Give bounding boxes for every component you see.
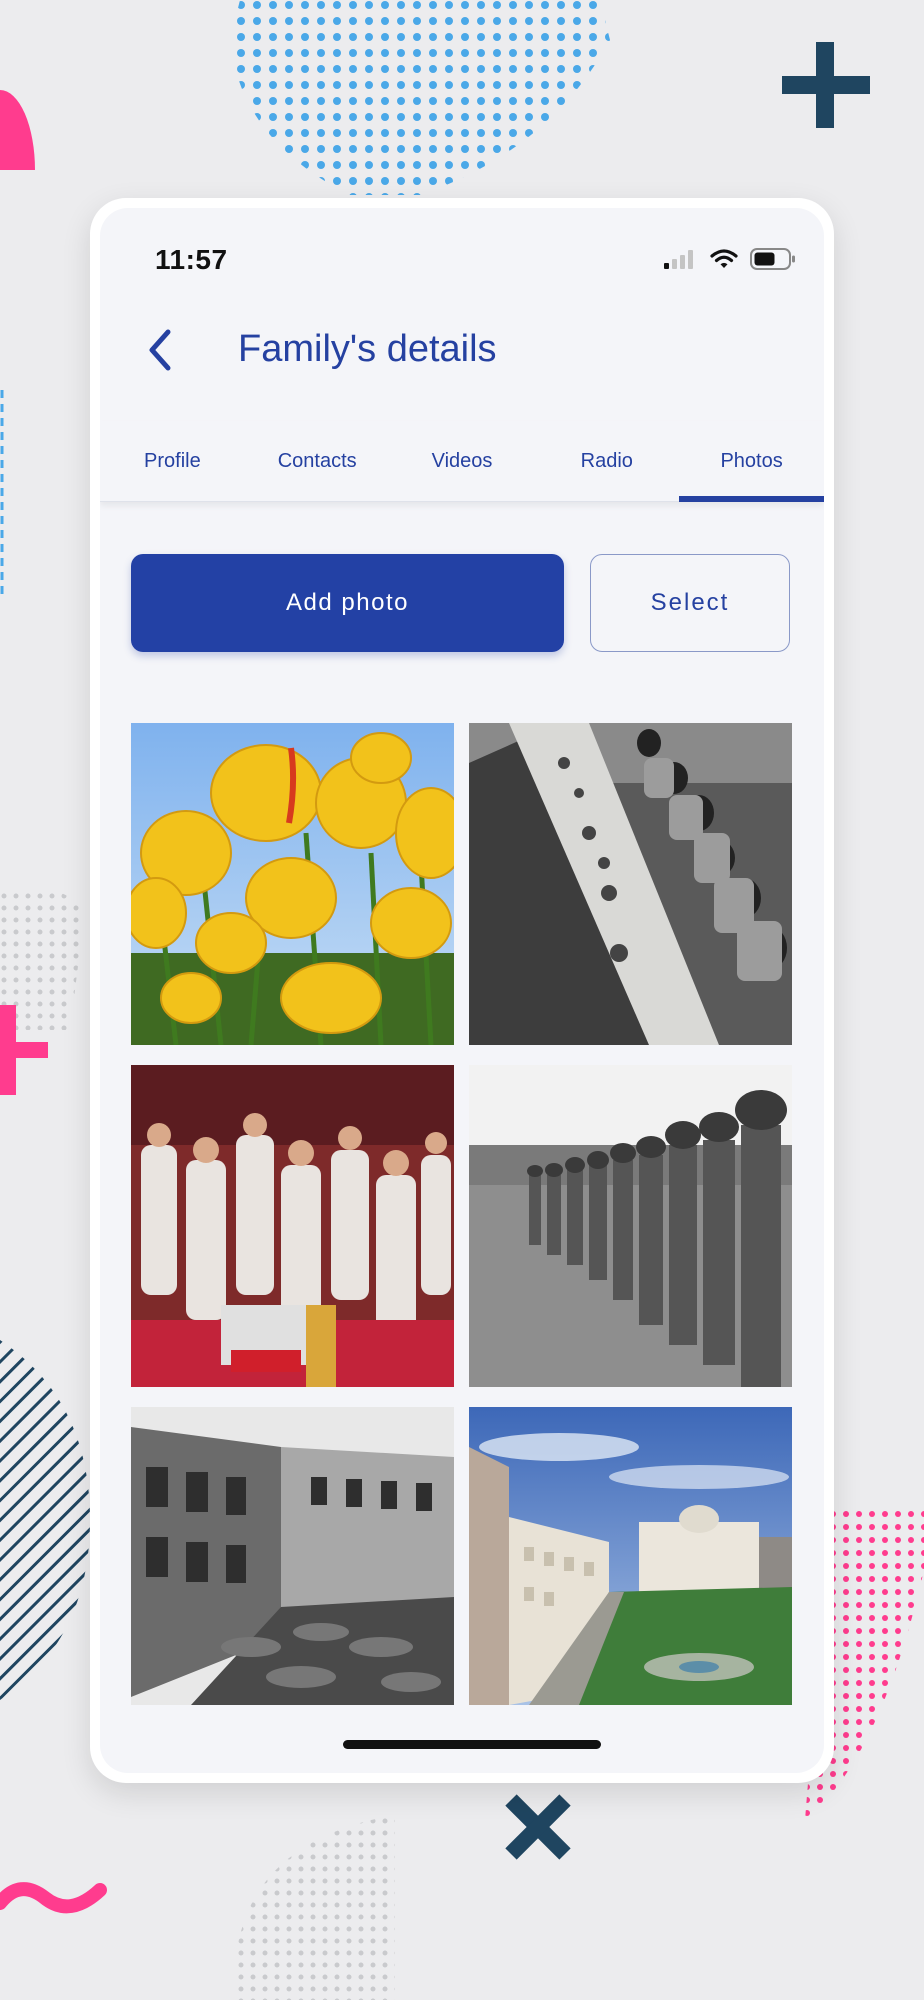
app-header: Family's details — [100, 308, 824, 418]
tulips-image — [131, 723, 454, 1045]
city-square-image — [469, 1407, 792, 1705]
photo-tile-soldiers[interactable] — [469, 1065, 792, 1387]
decor-blue-dots — [230, 0, 610, 195]
back-button[interactable] — [130, 320, 190, 380]
photo-tile-parade[interactable] — [131, 1065, 454, 1387]
add-photo-button[interactable]: Add photo — [131, 554, 564, 652]
status-bar: 11:57 — [100, 208, 824, 288]
status-icons — [664, 248, 796, 270]
photo-grid — [131, 723, 792, 1705]
decor-plus-icon — [782, 42, 870, 128]
tab-bar: Profile Contacts Videos Radio Photos — [100, 421, 824, 502]
parade-image — [131, 1065, 454, 1387]
decor-pink-plus-icon — [0, 1005, 48, 1095]
decor-grey-dots-bottom — [234, 1815, 395, 2000]
banquet-image — [469, 723, 792, 1045]
photo-tile-banquet[interactable] — [469, 723, 792, 1045]
decor-blue-dashes — [0, 390, 4, 600]
decor-pink-squiggle — [0, 1882, 107, 1914]
tab-videos[interactable]: Videos — [390, 421, 535, 501]
page-title: Family's details — [238, 328, 497, 370]
tab-contacts[interactable]: Contacts — [245, 421, 390, 501]
home-indicator[interactable] — [343, 1740, 601, 1749]
app-screen: 11:57 Family's details Profile Contacts … — [100, 208, 824, 1773]
decor-navy-stripes — [0, 1340, 90, 1700]
tab-radio[interactable]: Radio — [534, 421, 679, 501]
market-street-image — [131, 1407, 454, 1705]
tab-profile[interactable]: Profile — [100, 421, 245, 501]
decor-close-x-icon — [505, 1794, 571, 1860]
photo-tile-market-street[interactable] — [131, 1407, 454, 1705]
photo-tile-tulips[interactable] — [131, 723, 454, 1045]
wifi-icon — [710, 249, 738, 268]
decor-pink-half-circle — [0, 90, 35, 170]
tab-photos[interactable]: Photos — [679, 421, 824, 502]
status-time: 11:57 — [155, 244, 228, 275]
battery-icon — [750, 248, 795, 270]
chevron-left-icon — [149, 329, 171, 371]
phone-frame: 11:57 Family's details Profile Contacts … — [90, 198, 834, 1783]
cellular-signal-icon — [664, 250, 693, 269]
photo-tile-city-square[interactable] — [469, 1407, 792, 1705]
select-button[interactable]: Select — [590, 554, 790, 652]
soldiers-image — [469, 1065, 792, 1387]
